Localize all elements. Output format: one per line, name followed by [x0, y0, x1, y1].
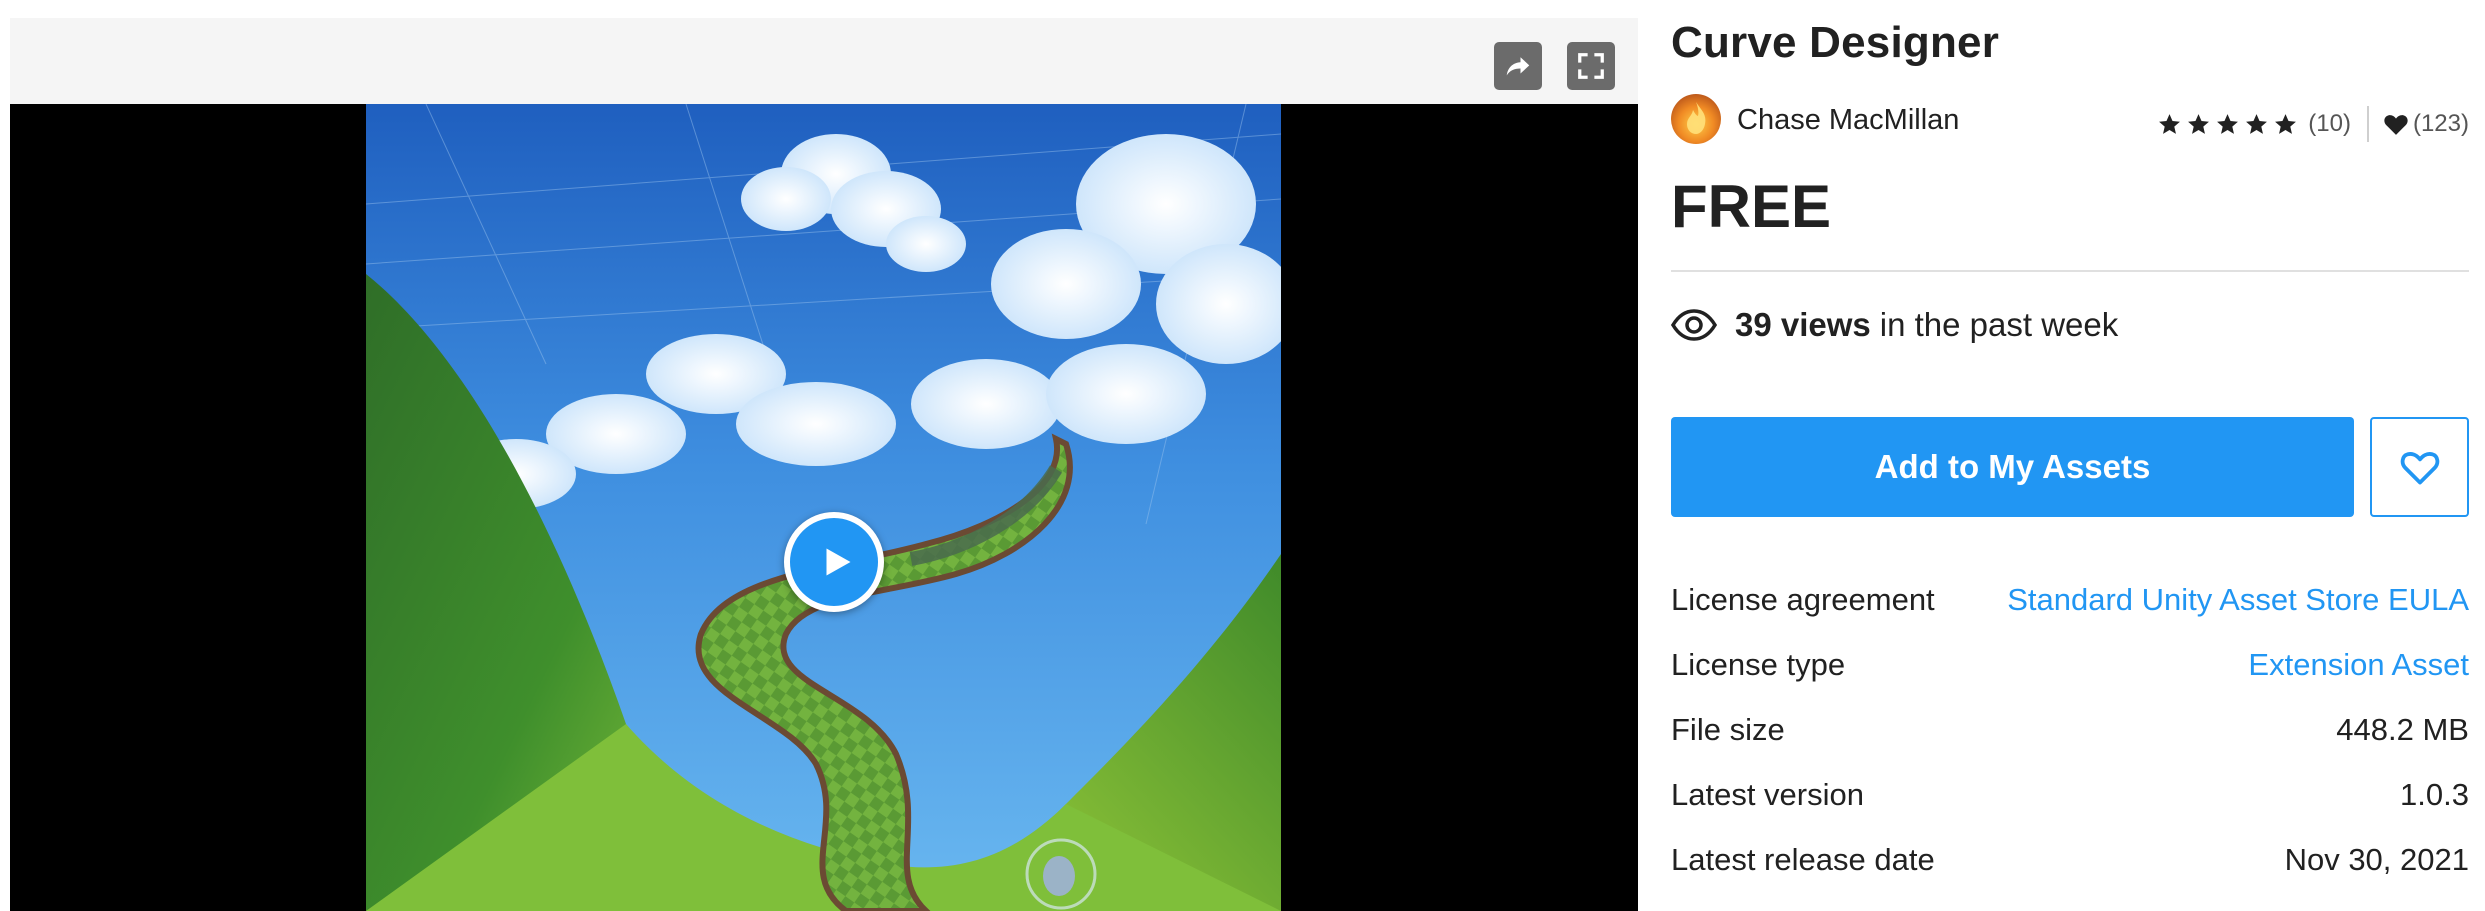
views-row: 39 views in the past week [1671, 306, 2118, 344]
divider [1671, 270, 2469, 272]
flame-icon [1687, 102, 1706, 134]
detail-label: License type [1671, 647, 1846, 682]
favorites-count: (123) [2412, 110, 2469, 137]
publisher-link[interactable]: Chase MacMillan [1737, 104, 1959, 137]
detail-label: Latest release date [1671, 842, 1935, 877]
detail-label: Latest version [1671, 777, 1864, 812]
star-icon [2217, 113, 2239, 134]
star-icon [2159, 113, 2181, 134]
star-icon [2275, 113, 2297, 134]
license-type-link[interactable]: Extension Asset [2248, 647, 2469, 683]
heart-outline-icon [2400, 452, 2439, 485]
heart-filled-icon [2384, 115, 2408, 135]
license-agreement-link[interactable]: Standard Unity Asset Store EULA [2007, 582, 2469, 618]
price: FREE [1671, 173, 1832, 240]
star-rating [2157, 112, 2298, 137]
publisher-row: Chase MacMillan (10) (123) [1671, 94, 2469, 146]
media-viewer[interactable] [10, 104, 1638, 911]
rating-divider [2366, 106, 2369, 142]
views-count: 39 views [1735, 306, 1871, 343]
asset-title: Curve Designer [1671, 18, 2000, 67]
play-button[interactable] [784, 512, 884, 612]
add-to-my-assets-button[interactable]: Add to My Assets [1671, 417, 2354, 517]
rating-summary[interactable]: (10) (123) [2157, 106, 2469, 142]
detail-row-latest-version: Latest version 1.0.3 [1671, 765, 2469, 830]
share-button[interactable] [1494, 42, 1542, 90]
asset-details: License agreement Standard Unity Asset S… [1671, 570, 2469, 895]
views-suffix: in the past week [1879, 306, 2119, 343]
media-toolbar [10, 18, 1638, 104]
share-arrow-icon [1506, 57, 1530, 76]
fullscreen-button[interactable] [1567, 42, 1615, 90]
latest-version-value: 1.0.3 [2400, 777, 2469, 812]
eye-icon [1671, 309, 1717, 341]
curve-track-scene [366, 104, 1281, 911]
detail-row-release-date: Latest release date Nov 30, 2021 [1671, 830, 2469, 895]
detail-row-file-size: File size 448.2 MB [1671, 700, 2469, 765]
rating-count: (10) [2308, 110, 2351, 137]
star-icon [2188, 113, 2210, 134]
play-icon [826, 548, 851, 576]
publisher-avatar[interactable] [1671, 94, 1721, 144]
asset-info-panel: Curve Designer Chase MacMillan (10) (123… [1671, 0, 2469, 911]
favorites-heart [2383, 112, 2413, 136]
release-date-value: Nov 30, 2021 [2284, 842, 2469, 877]
fullscreen-icon [1578, 53, 1604, 79]
detail-row-license-agreement: License agreement Standard Unity Asset S… [1671, 570, 2469, 635]
detail-row-license-type: License type Extension Asset [1671, 635, 2469, 700]
video-thumbnail[interactable] [366, 104, 1281, 911]
add-to-favorites-button[interactable] [2370, 417, 2469, 517]
detail-label: License agreement [1671, 582, 1935, 617]
file-size-value: 448.2 MB [2336, 712, 2469, 747]
star-icon [2246, 113, 2268, 134]
detail-label: File size [1671, 712, 1785, 747]
